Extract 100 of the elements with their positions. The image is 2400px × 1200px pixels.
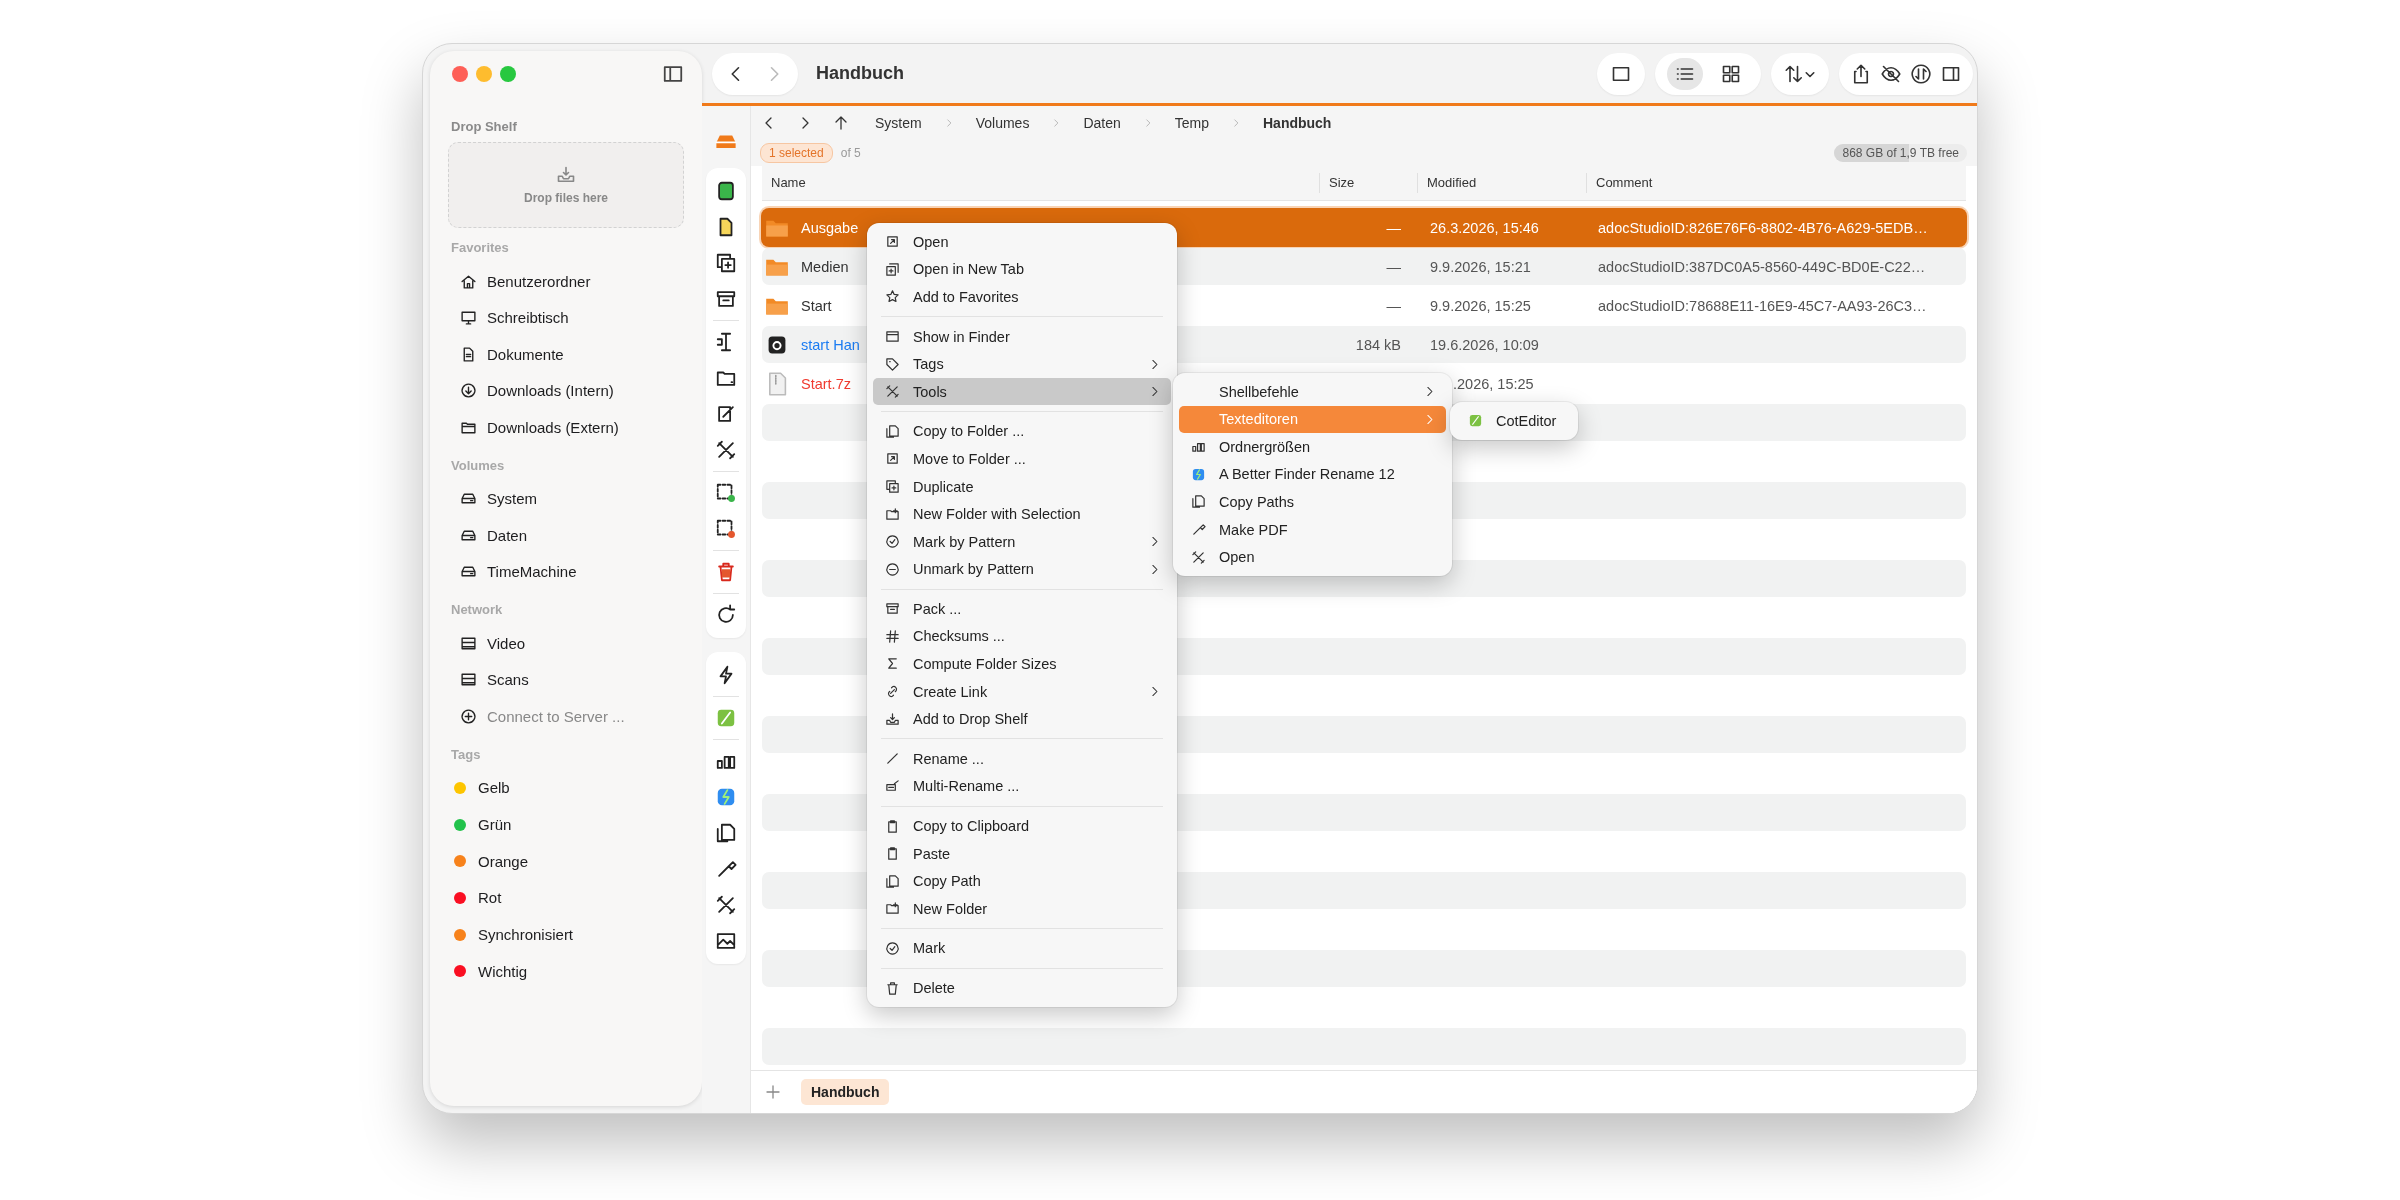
breadcrumb-item[interactable]: Volumes [975, 115, 1030, 131]
column-header[interactable]: Comment [1586, 173, 1966, 193]
breadcrumb-item[interactable]: System [875, 115, 922, 131]
menu-item[interactable]: CotEditor [1456, 407, 1572, 435]
sidebar-item[interactable]: Downloads (Intern) [448, 372, 684, 409]
image-icon[interactable] [715, 930, 737, 952]
bolt-app-icon[interactable] [715, 786, 737, 808]
server-icon [460, 671, 477, 689]
file-comment: adocStudioID:78688E11-16E9-45C7-AA93-26C3… [1598, 297, 1927, 314]
sort-icon[interactable] [1783, 63, 1817, 84]
menu-item[interactable]: Paste [873, 839, 1171, 868]
tag-icon [885, 356, 900, 372]
folder-plus-icon [885, 901, 900, 917]
menu-item[interactable]: Shellbefehle [1179, 378, 1446, 406]
close-button[interactable] [452, 66, 468, 82]
file-name: Medien [801, 258, 849, 275]
archive-icon [885, 601, 900, 617]
sync-icon[interactable] [1911, 63, 1931, 84]
sidebar-item[interactable]: Downloads (Extern) [448, 409, 684, 446]
duplicate-icon[interactable] [715, 252, 737, 274]
selection-count: 1 selected [760, 143, 833, 163]
menu-item[interactable]: Tools [873, 377, 1171, 406]
file-size: — [1386, 219, 1401, 236]
tools-icon[interactable] [715, 439, 737, 461]
sidebar-item[interactable]: Schreibtisch [448, 299, 684, 336]
clipboard-icon [885, 846, 900, 862]
sidebar-item[interactable]: Video [448, 625, 684, 662]
menu-item[interactable]: Rename ... [873, 745, 1171, 773]
menu-item[interactable]: Copy Path [873, 867, 1171, 895]
file-name: Start.7z [801, 375, 851, 392]
column-header[interactable]: Name [762, 173, 1319, 193]
menu-item[interactable]: Unmark by Pattern [873, 555, 1171, 583]
monitor-icon [460, 309, 477, 327]
link-icon [885, 684, 900, 700]
eye-slash-icon[interactable] [1881, 63, 1901, 84]
grid-icon [1721, 63, 1741, 84]
sidebar-item[interactable]: TimeMachine [448, 553, 684, 590]
tools-icon[interactable] [715, 894, 737, 916]
menu-item[interactable]: Duplicate [873, 472, 1171, 501]
menu-item[interactable]: Open in New Tab [873, 255, 1171, 284]
column-header[interactable]: Modified [1417, 173, 1586, 193]
sidebar-item[interactable]: Gelb [448, 769, 684, 807]
menu-item[interactable]: Create Link [873, 677, 1171, 706]
file-comment: adocStudioID:826E76F6-8802-4B76-A629-5EDB… [1598, 219, 1928, 236]
sidebar-item[interactable]: Orange [448, 842, 684, 880]
section-title: Drop Shelf [451, 119, 518, 134]
menu-item[interactable]: Copy to Clipboard [873, 812, 1171, 840]
document-icon[interactable] [715, 180, 737, 202]
refresh-icon[interactable] [715, 604, 737, 626]
documents-icon[interactable] [715, 822, 737, 844]
menu-item[interactable]: Add to Drop Shelf [873, 705, 1171, 733]
menu-item[interactable]: Multi-Rename ... [873, 772, 1171, 801]
menu-item[interactable]: New Folder with Selection [873, 500, 1171, 528]
menu-item[interactable]: Copy to Folder ... [873, 417, 1171, 446]
menu-item[interactable]: Mark [873, 934, 1171, 963]
sidebar-item[interactable]: Benutzerordner [448, 263, 684, 300]
menu-item[interactable]: Copy Paths [1179, 488, 1446, 516]
sidebar-toggle-icon[interactable] [662, 63, 684, 85]
menu-item[interactable]: New Folder [873, 894, 1171, 923]
documents-icon [885, 873, 900, 889]
sidebar-item[interactable]: Wichtig [448, 952, 684, 990]
section-title: Favorites [451, 240, 510, 255]
breadcrumb-item[interactable]: Handbuch [1263, 115, 1332, 131]
sidebar-item[interactable]: Daten [448, 517, 684, 554]
sidebar-item[interactable]: Synchronisiert [448, 916, 684, 953]
menu-item[interactable]: Move to Folder ... [873, 445, 1171, 473]
menu-item[interactable]: Pack ... [873, 595, 1171, 623]
column-header[interactable]: Size [1319, 173, 1417, 193]
menu-item[interactable]: Ordnergrößen [1179, 433, 1446, 461]
breadcrumb-item[interactable]: Daten [1083, 115, 1121, 131]
menu-item[interactable]: Mark by Pattern [873, 527, 1171, 556]
keyboard-pencil-icon [885, 778, 900, 794]
file-name: start Han [801, 336, 860, 353]
file-size: 184 kB [1355, 336, 1401, 353]
breadcrumb-item[interactable]: Temp [1174, 115, 1209, 131]
sidebar-item[interactable]: System [448, 480, 684, 517]
section-title: Network [451, 602, 504, 617]
file-size: — [1386, 297, 1401, 314]
archive-icon[interactable] [715, 288, 737, 310]
menu-item[interactable]: Compute Folder Sizes [873, 650, 1171, 678]
dashed-minus-icon[interactable] [715, 518, 737, 540]
sidebar-item[interactable]: Scans [448, 661, 684, 698]
up-arrow-icon[interactable] [833, 115, 849, 131]
menu-item[interactable]: Delete [873, 974, 1171, 1002]
brush-icon[interactable] [715, 858, 737, 880]
menu-item[interactable]: Make PDF [1179, 515, 1446, 544]
menu-item[interactable]: Add to Favorites [873, 283, 1171, 311]
menu-item[interactable]: A Better Finder Rename 12 [1179, 460, 1446, 489]
sidebar-item[interactable]: Dokumente [448, 336, 684, 373]
list-view-button[interactable] [1667, 57, 1703, 90]
dashed-plus-icon[interactable] [715, 482, 737, 504]
note-pencil-icon[interactable] [715, 403, 737, 425]
tab[interactable]: Handbuch [801, 1079, 890, 1105]
tray-icon [885, 711, 900, 727]
menu-item[interactable]: Checksums ... [873, 622, 1171, 651]
sidebar-item[interactable]: Rot [448, 879, 684, 917]
menu-item[interactable]: Open [1179, 543, 1446, 571]
trash-icon[interactable] [715, 561, 737, 583]
sidebar-item[interactable]: Grün [448, 806, 684, 843]
share-icon[interactable] [1851, 63, 1871, 84]
